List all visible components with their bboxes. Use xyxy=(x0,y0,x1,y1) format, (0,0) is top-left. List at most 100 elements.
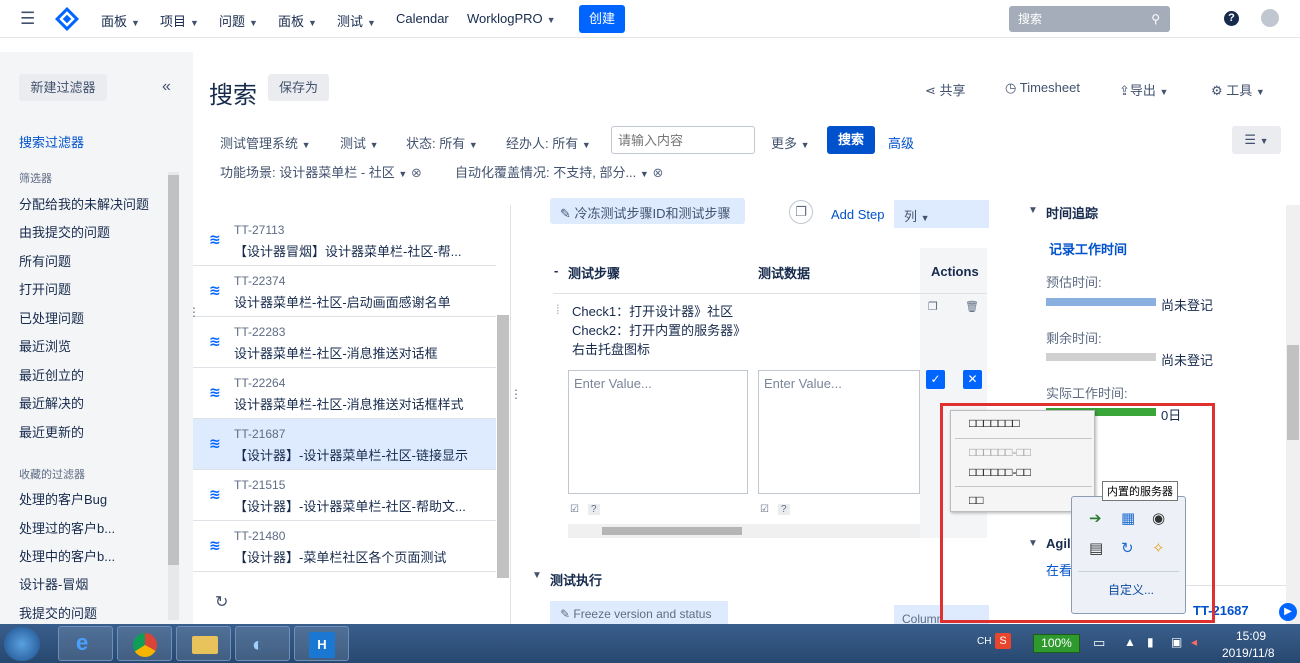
log-work-link[interactable]: 记录工作时间 xyxy=(1049,239,1127,258)
add-step-link[interactable]: Add Step xyxy=(831,207,885,222)
app-taskbar-icon[interactable]: ◐ xyxy=(235,626,290,661)
fav-filter-item[interactable]: 处理的客户Bug xyxy=(19,489,107,508)
lang-indicator[interactable]: CH xyxy=(977,636,991,647)
list-item[interactable]: ≋ TT-22264 设计器菜单栏-社区-消息推送对话框样式 xyxy=(193,368,496,419)
advanced-search-link[interactable]: 高级 xyxy=(888,133,914,152)
sidebar-item-viewed[interactable]: 最近浏览 xyxy=(19,336,71,355)
nav-worklogpro[interactable]: WorklogPRO ▼ xyxy=(467,11,556,26)
fav-filter-item[interactable]: 处理过的客户b... xyxy=(19,518,115,537)
test-execution-heading[interactable]: 测试执行 xyxy=(550,570,602,589)
network-icon[interactable]: ▭ xyxy=(1093,635,1105,651)
columns-button[interactable]: 列 ▼ xyxy=(894,200,989,228)
list-item[interactable]: ≋ TT-22374 设计器菜单栏-社区-启动画面感谢名单 xyxy=(193,266,496,317)
clear-filter-icon[interactable]: ⊗ xyxy=(411,165,422,180)
sidebar-scrollbar[interactable] xyxy=(168,172,179,620)
tools-button[interactable]: ⚙ 工具 ▼ xyxy=(1211,80,1265,99)
filter-project[interactable]: 测试管理系统 ▼ xyxy=(220,133,311,152)
tray-icon[interactable]: ▮ xyxy=(1147,635,1154,649)
clone-step-icon[interactable]: ❐ xyxy=(928,300,938,313)
menu-icon[interactable]: ☰ xyxy=(20,9,35,29)
new-filter-button[interactable]: 新建过滤器 xyxy=(19,74,107,101)
filter-text-input[interactable] xyxy=(611,126,755,154)
search-input[interactable]: 搜索 ⚲ xyxy=(1009,6,1170,32)
nav-boards[interactable]: 面板 ▼ xyxy=(278,11,317,30)
share-button[interactable]: ⋖ 共享 xyxy=(925,80,966,99)
horizontal-scrollbar[interactable] xyxy=(568,524,920,538)
sidebar-item-open[interactable]: 打开问题 xyxy=(19,279,71,298)
sidebar-item-reported[interactable]: 由我提交的问题 xyxy=(19,222,110,241)
collapse-chevron-icon[interactable]: ▼ xyxy=(1028,205,1038,216)
copy-icon[interactable]: ❐ xyxy=(789,200,813,224)
sidebar-item-updated[interactable]: 最近更新的 xyxy=(19,422,84,441)
freeze-version-button[interactable]: ✎ Freeze version and status xyxy=(550,601,728,626)
app-taskbar-icon[interactable]: H xyxy=(294,626,349,661)
list-item[interactable]: ≋ TT-27113 【设计器冒烟】设计器菜单栏-社区-帮... xyxy=(193,215,496,266)
sidebar-item-done[interactable]: 已处理问题 xyxy=(19,308,84,327)
avatar[interactable] xyxy=(1261,9,1279,27)
clock-time[interactable]: 15:09 xyxy=(1236,629,1266,643)
filter-assignee[interactable]: 经办人: 所有 ▼ xyxy=(506,133,591,152)
view-layout-button[interactable]: ☰ ▼ xyxy=(1232,126,1281,154)
list-item-selected[interactable]: ≋ TT-21687 【设计器】-设计器菜单栏-社区-链接显示 xyxy=(193,419,496,470)
sidebar-item-created[interactable]: 最近创立的 xyxy=(19,365,84,384)
confirm-icon[interactable]: ✓ xyxy=(926,370,945,389)
filter-scene[interactable]: 功能场景: 设计器菜单栏 - 社区 ▼ ⊗ xyxy=(220,162,422,181)
save-as-button[interactable]: 保存为 xyxy=(268,74,329,101)
collapse-icon[interactable]: « xyxy=(162,78,171,96)
time-tracking-heading[interactable]: 时间追踪 xyxy=(1046,203,1098,222)
export-button[interactable]: ⇪导出 ▼ xyxy=(1119,80,1168,99)
step-value-input[interactable]: Enter Value... xyxy=(568,370,748,494)
search-filters-link[interactable]: 搜索过滤器 xyxy=(19,132,84,151)
clear-filter-icon[interactable]: ⊗ xyxy=(652,165,663,180)
help-icon[interactable]: ? xyxy=(588,504,600,515)
delete-step-icon[interactable]: 🗑 xyxy=(965,300,979,313)
start-button[interactable] xyxy=(4,627,40,661)
jira-logo-icon[interactable] xyxy=(55,7,79,31)
list-item[interactable]: ≋ TT-22283 设计器菜单栏-社区-消息推送对话框 xyxy=(193,317,496,368)
freeze-steps-button[interactable]: ✎ 冷冻测试步骤ID和测试步骤 xyxy=(550,198,745,224)
nav-projects[interactable]: 项目 ▼ xyxy=(160,11,199,30)
filter-type[interactable]: 测试 ▼ xyxy=(340,133,379,152)
nav-issues[interactable]: 问题 ▼ xyxy=(219,11,258,30)
search-button[interactable]: 搜索 xyxy=(827,126,875,154)
fav-filter-item[interactable]: 我提交的问题 xyxy=(19,603,97,622)
chrome-taskbar-icon[interactable] xyxy=(117,626,172,661)
list-item[interactable]: ≋ TT-21515 【设计器】-设计器菜单栏-社区-帮助文... xyxy=(193,470,496,521)
sidebar-item-assigned[interactable]: 分配给我的未解决问题 xyxy=(19,194,149,213)
more-filters-button[interactable]: 更多 ▼ xyxy=(771,133,810,152)
help-icon[interactable]: ? xyxy=(778,504,790,515)
drag-handle-icon[interactable]: ⁞ xyxy=(556,302,560,317)
ime-icon[interactable]: S xyxy=(995,633,1011,649)
clock-date[interactable]: 2019/11/8 xyxy=(1222,646,1275,660)
edit-icon[interactable]: ☑ xyxy=(760,504,769,515)
list-scrollbar[interactable] xyxy=(497,315,509,578)
refresh-icon[interactable]: ↻ xyxy=(215,592,228,612)
tray-icon[interactable]: ▣ xyxy=(1171,635,1182,649)
filter-status[interactable]: 状态: 所有 ▼ xyxy=(406,133,478,152)
cancel-icon[interactable]: ✕ xyxy=(963,370,982,389)
show-hidden-icons[interactable]: ▲ xyxy=(1124,635,1136,649)
nav-dashboards[interactable]: 面板 ▼ xyxy=(101,11,140,30)
resize-handle[interactable]: ⋮ xyxy=(510,387,522,401)
nav-calendar[interactable]: Calendar xyxy=(396,11,449,26)
list-item[interactable]: ≋ TT-21480 【设计器】-菜单栏社区各个页面测试 xyxy=(193,521,496,572)
fav-filter-item[interactable]: 设计器-冒烟 xyxy=(19,574,88,593)
fav-filter-item[interactable]: 处理中的客户b... xyxy=(19,546,115,565)
timesheet-button[interactable]: ◷ Timesheet xyxy=(1005,80,1080,96)
create-button[interactable]: 创建 xyxy=(579,5,625,33)
collapse-chevron-icon[interactable]: ▼ xyxy=(532,570,542,581)
help-icon[interactable]: ? xyxy=(1224,11,1239,26)
ie-taskbar-icon[interactable]: e xyxy=(58,626,113,661)
explorer-taskbar-icon[interactable] xyxy=(176,626,231,661)
sidebar-item-all[interactable]: 所有问题 xyxy=(19,251,71,270)
edit-icon[interactable]: ☑ xyxy=(570,504,579,515)
play-icon[interactable]: ▶ xyxy=(1279,603,1297,621)
volume-muted-icon[interactable]: ◂ xyxy=(1191,635,1197,649)
sidebar-item-resolved[interactable]: 最近解决的 xyxy=(19,393,84,412)
filter-automation[interactable]: 自动化覆盖情况: 不支持, 部分... ▼ ⊗ xyxy=(455,162,663,181)
battery-indicator[interactable]: 100% xyxy=(1033,634,1080,653)
data-value-input[interactable]: Enter Value... xyxy=(758,370,920,494)
resize-handle[interactable]: ⋮ xyxy=(188,305,200,319)
nav-tests[interactable]: 测试 ▼ xyxy=(337,11,376,30)
page-scrollbar[interactable] xyxy=(1286,205,1300,625)
